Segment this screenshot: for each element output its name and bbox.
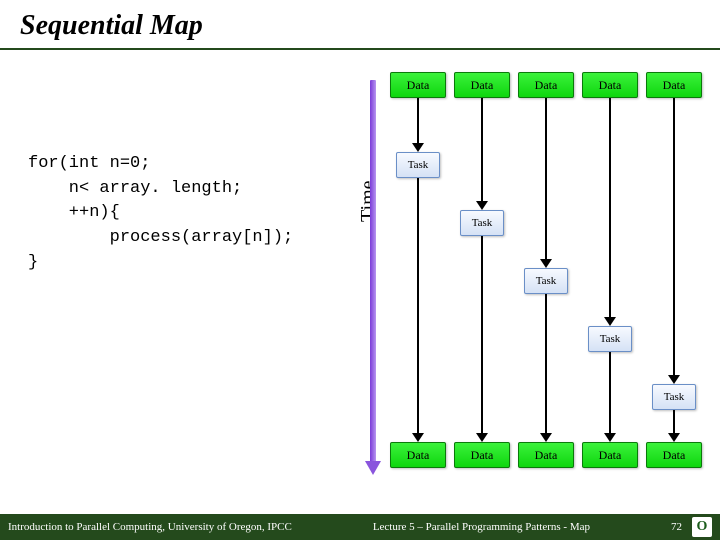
- footer-mid: Lecture 5 – Parallel Programming Pattern…: [292, 521, 671, 533]
- page-title: Sequential Map: [20, 10, 720, 42]
- data-box: Data: [582, 72, 638, 98]
- arrowhead-icon: [412, 433, 424, 442]
- content-area: for(int n=0; n< array. length; ++n){ pro…: [0, 52, 720, 512]
- footer-left: Introduction to Parallel Computing, Univ…: [8, 521, 292, 533]
- arrowhead-icon: [476, 433, 488, 442]
- time-arrow: [368, 80, 378, 475]
- arrowhead-icon: [668, 433, 680, 442]
- connector-line: [417, 98, 419, 144]
- data-box: Data: [518, 442, 574, 468]
- connector-line: [481, 236, 483, 434]
- data-box: Data: [390, 442, 446, 468]
- uo-logo-icon: O: [692, 517, 712, 537]
- connector-line: [673, 410, 675, 434]
- connector-line: [545, 98, 547, 260]
- data-box: Data: [646, 72, 702, 98]
- diagram-column: Data Task Data: [582, 72, 638, 492]
- data-box: Data: [390, 72, 446, 98]
- arrowhead-icon: [668, 375, 680, 384]
- arrowhead-icon: [604, 433, 616, 442]
- diagram-column: Data Task Data: [518, 72, 574, 492]
- connector-line: [417, 178, 419, 434]
- connector-line: [481, 98, 483, 202]
- task-box: Task: [460, 210, 504, 236]
- arrowhead-icon: [540, 433, 552, 442]
- title-bar: Sequential Map: [0, 0, 720, 50]
- data-box: Data: [646, 442, 702, 468]
- data-box: Data: [454, 72, 510, 98]
- task-box: Task: [396, 152, 440, 178]
- connector-line: [673, 98, 675, 376]
- task-box: Task: [524, 268, 568, 294]
- data-box: Data: [454, 442, 510, 468]
- arrowhead-icon: [476, 201, 488, 210]
- arrowhead-icon: [540, 259, 552, 268]
- diagram-column: Data Task Data: [646, 72, 702, 492]
- sequential-map-diagram: DataTaskDataDataTaskDataDataTaskDataData…: [390, 72, 710, 492]
- arrowhead-icon: [412, 143, 424, 152]
- diagram-column: Data Task Data: [454, 72, 510, 492]
- footer-bar: Introduction to Parallel Computing, Univ…: [0, 514, 720, 540]
- diagram-column: Data Task Data: [390, 72, 446, 492]
- data-box: Data: [582, 442, 638, 468]
- arrowhead-icon: [604, 317, 616, 326]
- task-box: Task: [652, 384, 696, 410]
- time-arrow-head: [365, 461, 381, 475]
- connector-line: [609, 98, 611, 318]
- data-box: Data: [518, 72, 574, 98]
- connector-line: [609, 352, 611, 434]
- time-arrow-shaft: [370, 80, 376, 465]
- task-box: Task: [588, 326, 632, 352]
- code-block: for(int n=0; n< array. length; ++n){ pro…: [28, 152, 293, 275]
- connector-line: [545, 294, 547, 434]
- footer-page-number: 72: [671, 521, 682, 533]
